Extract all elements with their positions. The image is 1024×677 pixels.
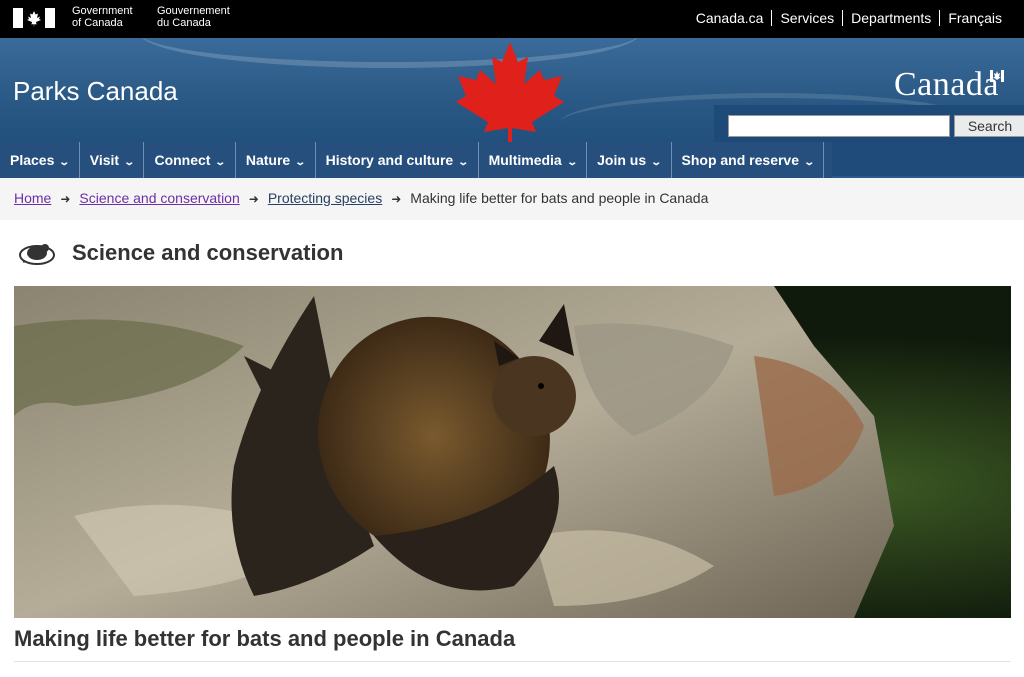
nav-shop-label: Shop and reserve [681,152,800,168]
nav-visit-label: Visit [89,152,120,168]
nav-multimedia-label: Multimedia [488,152,562,168]
breadcrumb-protecting-species[interactable]: Protecting species [268,190,382,206]
nav-shop-reserve[interactable]: Shop and reserve ⌄ [672,142,825,178]
nav-connect-label: Connect [154,152,211,168]
chevron-down-icon: ⌄ [123,157,136,168]
chevron-down-icon: ⌄ [650,157,663,168]
link-canada-ca[interactable]: Canada.ca [688,10,772,26]
top-links: Canada.ca Services Departments Français [688,10,1010,26]
nav-history-culture[interactable]: History and culture ⌄ [316,142,479,178]
government-of-canada-en[interactable]: Government of Canada [72,5,133,29]
gov-fr-line1: Gouvernement [157,5,230,17]
chevron-down-icon: ⌄ [457,157,470,168]
nav-join-us[interactable]: Join us ⌄ [587,142,672,178]
arrow-right-icon: ➜ [248,192,259,206]
site-title[interactable]: Parks Canada [13,76,178,107]
nav-join-label: Join us [597,152,647,168]
canada-wordmark: Canada [894,66,999,103]
breadcrumb-current: Making life better for bats and people i… [410,190,709,206]
hero-bat-image [14,286,1011,618]
gov-en-line1: Government [72,5,133,17]
bat-photo-icon [14,286,1011,618]
breadcrumb-home[interactable]: Home [14,190,51,206]
chevron-down-icon: ⌄ [803,157,816,168]
maple-leaf-icon [456,42,564,142]
chevron-down-icon: ⌄ [294,157,307,168]
page-title: Making life better for bats and people i… [14,626,516,651]
arrow-right-icon: ➜ [391,192,402,206]
chevron-down-icon: ⌄ [214,157,227,168]
nav-multimedia[interactable]: Multimedia ⌄ [479,142,588,178]
breadcrumb: Home ➜ Science and conservation ➜ Protecting… [0,178,1024,220]
nav-places[interactable]: Places ⌄ [0,142,80,178]
link-services[interactable]: Services [771,10,842,26]
search-input[interactable] [728,115,950,137]
nav-connect[interactable]: Connect ⌄ [144,142,236,178]
link-departments[interactable]: Departments [842,10,939,26]
government-of-canada-fr[interactable]: Gouvernement du Canada [157,5,230,29]
link-francais[interactable]: Français [939,10,1010,26]
gov-fr-line2: du Canada [157,17,211,29]
chevron-down-icon: ⌄ [566,157,578,168]
nav-nature[interactable]: Nature ⌄ [236,142,316,178]
nav-visit[interactable]: Visit ⌄ [80,142,145,178]
title-divider [14,661,1011,662]
arrow-right-icon: ➜ [60,192,71,206]
wordmark-flag-icon [990,70,1004,82]
search-button[interactable]: Search [954,115,1024,137]
nav-history-label: History and culture [325,152,454,168]
beaver-logo-icon [19,244,55,265]
nav-nature-label: Nature [245,152,291,168]
nav-places-label: Places [10,152,55,168]
chevron-down-icon: ⌄ [58,157,71,168]
search-area: Search [714,105,1024,142]
gov-en-line2: of Canada [72,17,123,29]
site-banner: Parks Canada Canada Search [0,38,1024,142]
federal-identity-bar: Government of Canada Gouvernement du Can… [0,0,1024,38]
section-title: Science and conservation [72,240,344,265]
canada-flag-icon[interactable] [13,8,55,28]
main-navigation: Places ⌄ Visit ⌄ Connect ⌄ Nature ⌄ History … [0,142,1024,178]
breadcrumb-science[interactable]: Science and conservation [79,190,239,206]
